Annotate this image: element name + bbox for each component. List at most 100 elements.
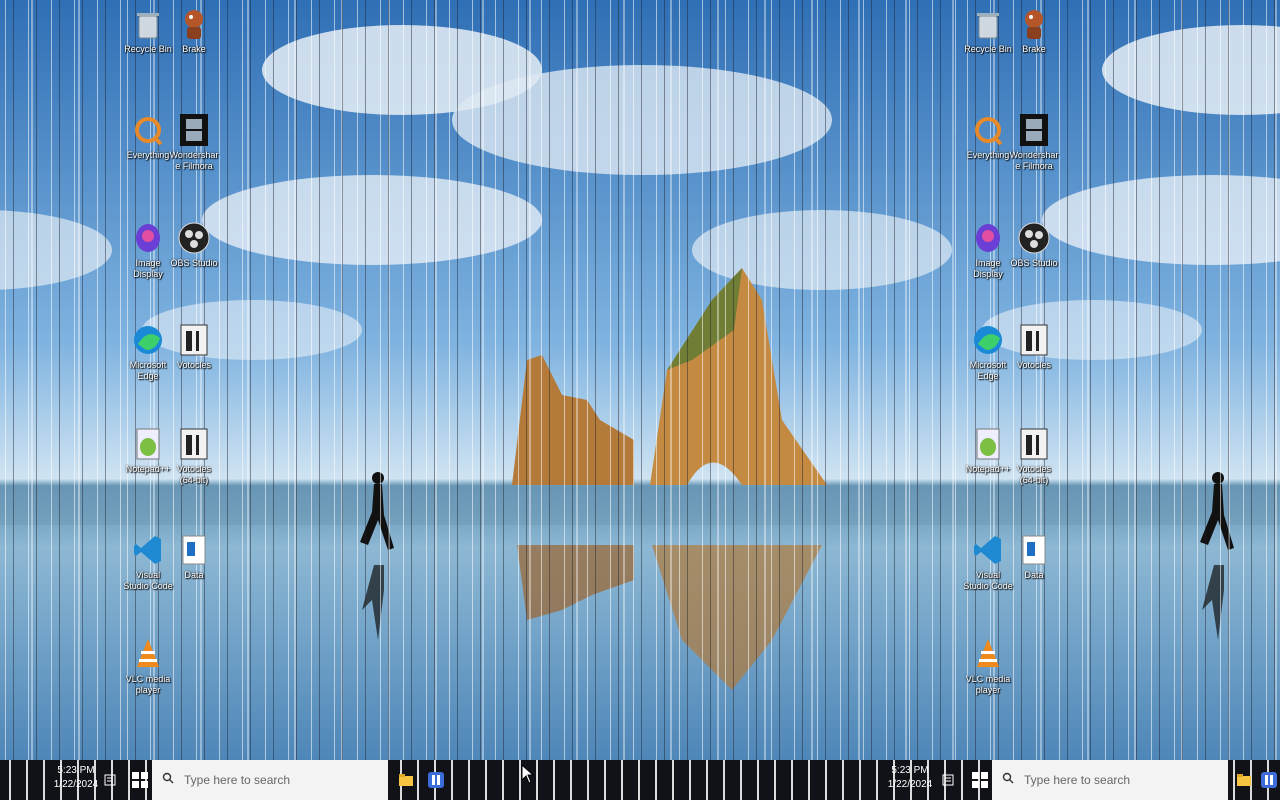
icon-label: Brake <box>182 44 206 54</box>
desktop-icon-votocles[interactable]: Votocles <box>1008 322 1060 371</box>
desktop-icon-everything[interactable]: Everything <box>122 112 174 161</box>
recycle-bin-icon <box>971 6 1005 42</box>
desktop-icon-votocles-64[interactable]: Votocles (64-bit) <box>168 426 220 486</box>
vscode-icon <box>971 532 1005 568</box>
file-explorer-icon[interactable] <box>1232 760 1256 800</box>
taskbar-search-duplicate[interactable] <box>992 760 1228 800</box>
notification-icon[interactable] <box>100 760 120 800</box>
desktop-main-panel: Recycle Bin Brake Everything Wondershare… <box>122 0 962 760</box>
desktop-icon-everything[interactable]: Everything <box>962 112 1014 161</box>
icon-label: VLC media player <box>965 674 1011 695</box>
icon-label: Data <box>1024 570 1044 580</box>
desktop-icon-notepad-plus[interactable]: Notepad++ <box>962 426 1014 475</box>
desktop-icon-data[interactable]: Data <box>1008 532 1060 581</box>
notification-icon[interactable] <box>938 760 958 800</box>
icon-label: Microsoft Edge <box>129 360 167 381</box>
brake-icon <box>1017 6 1051 42</box>
desktop-icon-filmora[interactable]: Wondershare Filmora <box>168 112 220 172</box>
icon-label: Microsoft Edge <box>969 360 1007 381</box>
obs-icon <box>177 220 211 256</box>
icon-label: Wondershare Filmora <box>1009 150 1059 171</box>
data-icon <box>177 532 211 568</box>
icon-label: Recycle Bin <box>964 44 1012 54</box>
icon-label: Wondershare Filmora <box>169 150 219 171</box>
desktop-right-panel: Recycle Bin Brake Everything Wondershare… <box>962 0 1280 760</box>
votocles-icon <box>1017 322 1051 358</box>
taskbar: 5:23 PM 1/22/2024 5:23 PM 1/22/2024 <box>0 760 1280 800</box>
desktop-icons-duplicate: Recycle Bin Brake Everything Wondershare… <box>962 0 1082 760</box>
desktop-icon-votocles[interactable]: Votocles <box>168 322 220 371</box>
everything-icon <box>971 112 1005 148</box>
icon-label: OBS Studio <box>170 258 218 268</box>
vlc-icon <box>971 636 1005 672</box>
search-input[interactable] <box>182 772 346 788</box>
desktop-icon-data[interactable]: Data <box>168 532 220 581</box>
edge-icon <box>971 322 1005 358</box>
clock-time: 5:23 PM <box>891 765 929 776</box>
desktop-icon-brake[interactable]: Brake <box>1008 6 1060 55</box>
filmora-icon <box>177 112 211 148</box>
wallpaper <box>0 0 122 760</box>
desktop-icon-image-display[interactable]: Image Display <box>122 220 174 280</box>
icon-label: Visual Studio Code <box>123 570 173 591</box>
vscode-icon <box>131 532 165 568</box>
desktop-left-panel <box>0 0 122 760</box>
icon-label: Votocles (64-bit) <box>1016 464 1052 485</box>
icon-label: Image Display <box>973 258 1003 279</box>
votocles-64-icon <box>1017 426 1051 462</box>
desktop-icons: Recycle Bin Brake Everything Wondershare… <box>122 0 242 760</box>
search-icon <box>162 771 174 789</box>
app-icon[interactable] <box>1258 760 1280 800</box>
desktop-icon-notepad-plus[interactable]: Notepad++ <box>122 426 174 475</box>
icon-label: Everything <box>966 150 1010 160</box>
desktop-icon-edge[interactable]: Microsoft Edge <box>122 322 174 382</box>
desktop-icon-recycle-bin[interactable]: Recycle Bin <box>122 6 174 55</box>
everything-icon <box>131 112 165 148</box>
desktop-icon-edge[interactable]: Microsoft Edge <box>962 322 1014 382</box>
edge-icon <box>131 322 165 358</box>
desktop-icon-vscode[interactable]: Visual Studio Code <box>122 532 174 592</box>
icon-label: Votocles (64-bit) <box>176 464 212 485</box>
desktop-icon-filmora[interactable]: Wondershare Filmora <box>1008 112 1060 172</box>
app-icon[interactable] <box>422 760 450 800</box>
icon-label: VLC media player <box>125 674 171 695</box>
recycle-bin-icon <box>131 6 165 42</box>
clock-time: 5:23 PM <box>57 765 95 776</box>
search-input[interactable] <box>1022 772 1186 788</box>
image-display-icon <box>131 220 165 256</box>
icon-label: Visual Studio Code <box>963 570 1013 591</box>
desktop-icon-obs[interactable]: OBS Studio <box>168 220 220 269</box>
icon-label: Data <box>184 570 204 580</box>
desktop-icon-votocles-64[interactable]: Votocles (64-bit) <box>1008 426 1060 486</box>
desktop-icon-image-display[interactable]: Image Display <box>962 220 1014 280</box>
file-explorer-icon[interactable] <box>392 760 420 800</box>
desktop-icon-brake[interactable]: Brake <box>168 6 220 55</box>
desktop-icon-recycle-bin[interactable]: Recycle Bin <box>962 6 1014 55</box>
icon-label: Votocles <box>1016 360 1052 370</box>
desktop-icon-obs[interactable]: OBS Studio <box>1008 220 1060 269</box>
icon-label: Notepad++ <box>965 464 1011 474</box>
notepad-plus-icon <box>131 426 165 462</box>
data-icon <box>1017 532 1051 568</box>
taskbar-search[interactable] <box>152 760 388 800</box>
icon-label: OBS Studio <box>1010 258 1058 268</box>
icon-label: Image Display <box>133 258 163 279</box>
icon-label: Everything <box>126 150 170 160</box>
icon-label: Brake <box>1022 44 1046 54</box>
desktop-icon-vlc[interactable]: VLC media player <box>122 636 174 696</box>
icon-label: Recycle Bin <box>124 44 172 54</box>
notepad-plus-icon <box>971 426 1005 462</box>
taskbar-clock[interactable]: 5:23 PM 1/22/2024 <box>50 764 102 792</box>
clock-date: 1/22/2024 <box>887 779 933 790</box>
desktop-icon-vlc[interactable]: VLC media player <box>962 636 1014 696</box>
brake-icon <box>177 6 211 42</box>
icon-label: Notepad++ <box>125 464 171 474</box>
icon-label: Votocles <box>176 360 212 370</box>
vlc-icon <box>131 636 165 672</box>
obs-icon <box>1017 220 1051 256</box>
clock-date: 1/22/2024 <box>53 779 99 790</box>
votocles-64-icon <box>177 426 211 462</box>
desktop-icon-vscode[interactable]: Visual Studio Code <box>962 532 1014 592</box>
taskbar-clock-duplicate[interactable]: 5:23 PM 1/22/2024 <box>884 764 936 792</box>
mouse-cursor-icon <box>521 763 535 789</box>
